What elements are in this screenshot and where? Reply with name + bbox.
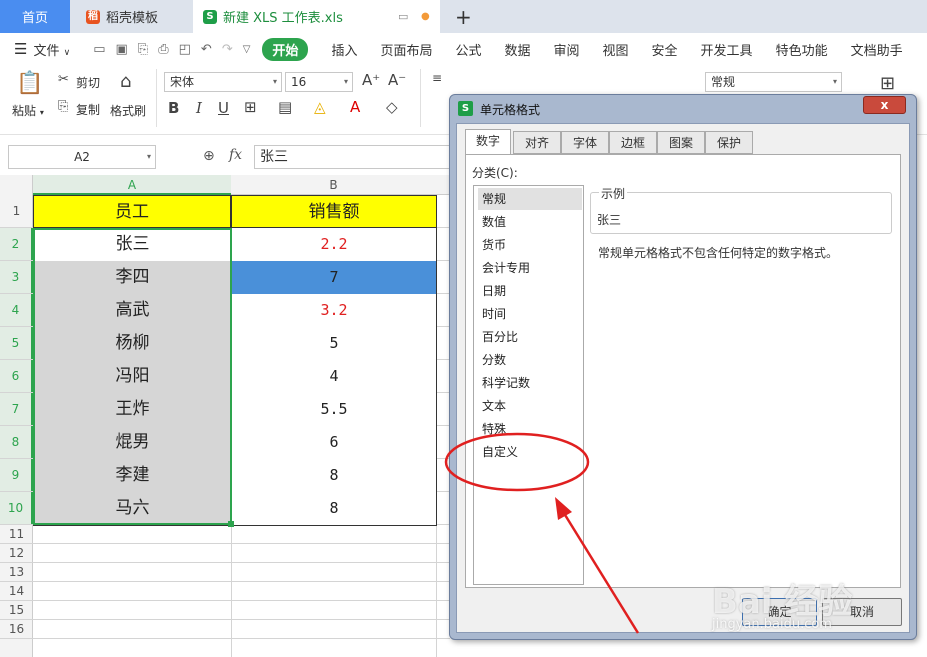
watermark-url: jingyan.baidu.com xyxy=(712,617,832,632)
annotation-arrow-line xyxy=(560,509,640,634)
annotation-ellipse xyxy=(444,432,590,492)
watermark-logo: Bai 经验 xyxy=(712,582,853,622)
annotation-overlay xyxy=(444,432,640,634)
annotation-arrow-head xyxy=(555,497,572,520)
